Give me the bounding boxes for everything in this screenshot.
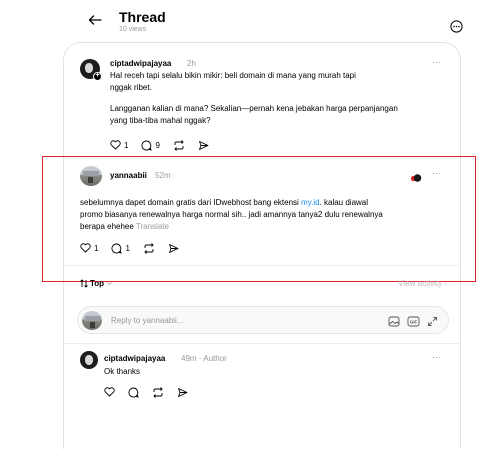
reply-input[interactable]: Reply to yannaabii... GIF xyxy=(77,306,449,334)
reply-count: 9 xyxy=(155,140,160,150)
thread-header: Thread 10 views xyxy=(0,0,500,40)
sort-label: Top xyxy=(90,279,105,288)
follow-plus-icon[interactable]: + xyxy=(93,72,102,81)
share-button[interactable] xyxy=(177,387,188,398)
avatar[interactable] xyxy=(80,351,98,369)
heart-icon xyxy=(110,140,121,150)
author-reply-actions xyxy=(104,386,201,398)
post-actions: 1 9 xyxy=(110,139,222,151)
send-icon xyxy=(198,140,209,150)
comment-icon xyxy=(141,140,153,151)
view-activity-label: View activity xyxy=(398,279,443,288)
image-icon[interactable] xyxy=(388,314,400,332)
share-button[interactable] xyxy=(198,140,209,151)
sort-arrows-icon xyxy=(80,279,88,288)
sort-dropdown[interactable]: Top xyxy=(80,279,113,288)
post-text-line: nggak ribet. xyxy=(110,83,152,92)
post-username[interactable]: ciptadwipajayaa xyxy=(110,59,171,68)
chevron-right-icon: › xyxy=(444,279,447,288)
like-button[interactable]: 1 xyxy=(110,140,128,150)
post-more-icon[interactable]: ··· xyxy=(432,57,441,67)
back-arrow-icon[interactable] xyxy=(85,11,105,29)
comment-button[interactable]: 9 xyxy=(141,140,160,151)
divider xyxy=(63,343,461,344)
like-button[interactable] xyxy=(104,387,115,397)
page-title: Thread xyxy=(119,9,166,25)
author-tag: Author xyxy=(203,354,227,363)
heart-icon xyxy=(104,387,115,397)
chevron-down-icon xyxy=(106,281,113,286)
sort-row: Top View activity › xyxy=(80,278,447,292)
reply-attachments: GIF xyxy=(388,314,438,332)
view-count: 10 views xyxy=(119,26,147,33)
like-count: 1 xyxy=(124,140,129,150)
reply-more-icon[interactable]: ··· xyxy=(432,352,441,362)
post-text-line: Hal receh tapi selalu bikin mikir: beli … xyxy=(110,71,356,80)
repost-button[interactable] xyxy=(173,139,185,151)
reply-placeholder: Reply to yannaabii... xyxy=(111,316,184,325)
post-text-line: Langganan kalian di mana? Sekalian—perna… xyxy=(110,104,398,113)
post-text-line: yang tiba-tiba mahal nggak? xyxy=(110,116,211,125)
reply-time-value: 49m xyxy=(181,354,197,363)
selection-highlight xyxy=(42,156,476,282)
reply-username[interactable]: ciptadwipajayaa xyxy=(104,354,165,363)
view-activity-link[interactable]: View activity › xyxy=(398,279,447,288)
expand-icon[interactable] xyxy=(427,314,438,332)
svg-text:GIF: GIF xyxy=(410,320,418,325)
repost-button[interactable] xyxy=(152,386,164,398)
repost-icon xyxy=(153,386,163,398)
comment-button[interactable] xyxy=(128,387,139,398)
more-options-circle-icon[interactable] xyxy=(449,19,463,33)
comment-icon xyxy=(128,387,139,398)
reply-time: 49m · Author xyxy=(181,354,227,363)
send-icon xyxy=(178,387,188,397)
repost-icon xyxy=(174,139,184,151)
avatar xyxy=(82,311,102,330)
post-time: 2h xyxy=(187,59,196,68)
gif-icon[interactable]: GIF xyxy=(407,314,420,332)
reply-text: Ok thanks xyxy=(104,367,141,376)
